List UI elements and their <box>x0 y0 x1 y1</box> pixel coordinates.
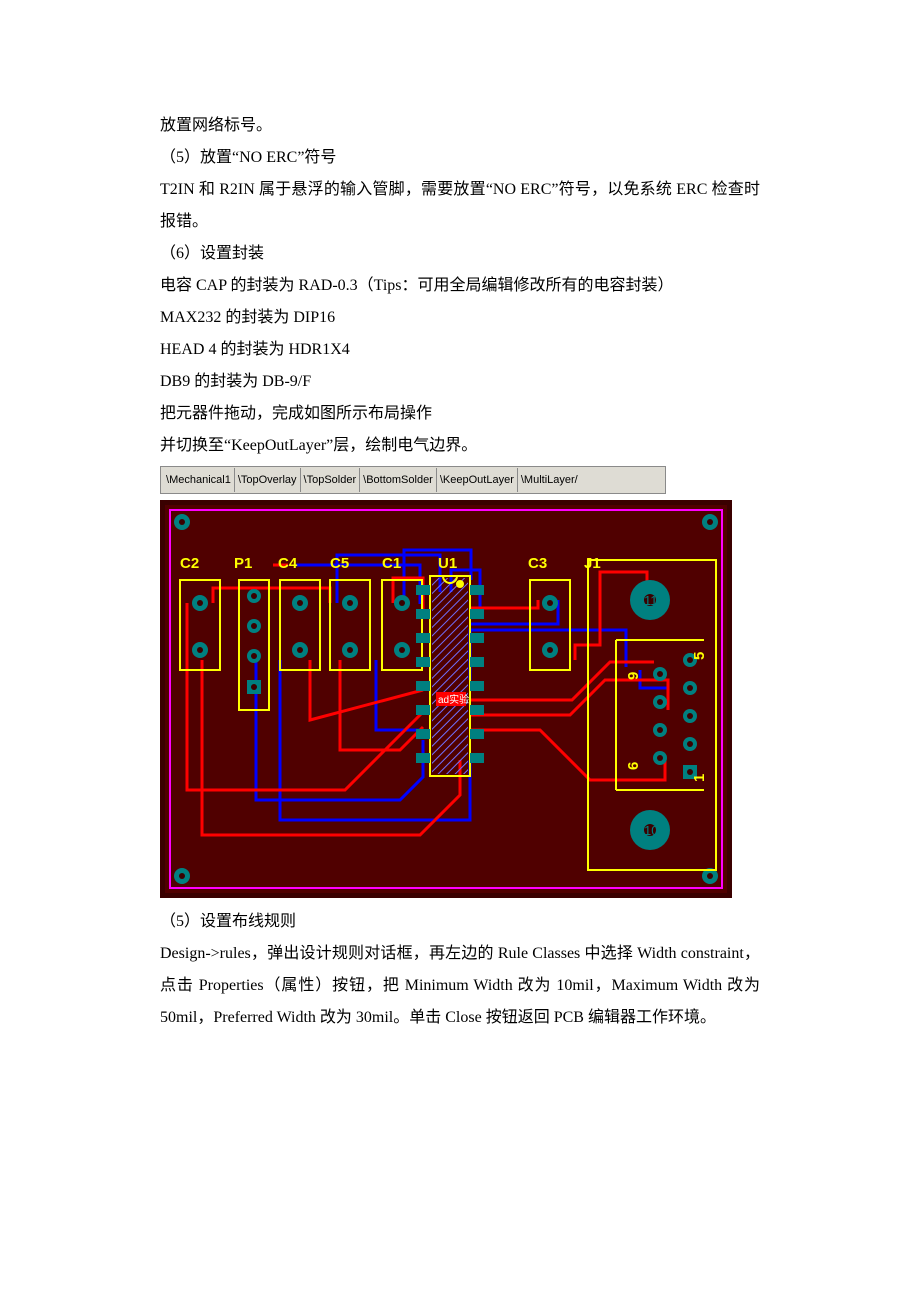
paragraph: T2IN 和 R2IN 属于悬浮的输入管脚，需要放置“NO ERC”符号，以免系… <box>160 174 760 238</box>
paragraph: Design->rules，弹出设计规则对话框，再左边的 Rule Classe… <box>160 938 760 1034</box>
designator-c5: C5 <box>330 555 349 572</box>
document-page: 放置网络标号。 （5）放置“NO ERC”符号 T2IN 和 R2IN 属于悬浮… <box>0 0 920 1302</box>
paragraph: 放置网络标号。 <box>160 110 760 142</box>
svg-text:10: 10 <box>644 823 658 838</box>
layer-tab-mechanical1[interactable]: \Mechanical1 <box>163 468 235 492</box>
designator-c1: C1 <box>382 555 401 572</box>
layer-tab-topoverlay[interactable]: \TopOverlay <box>235 468 301 492</box>
paragraph: 把元器件拖动，完成如图所示布局操作 <box>160 398 760 430</box>
layer-tabs: \Mechanical1 \TopOverlay \TopSolder \Bot… <box>160 466 666 494</box>
svg-text:11: 11 <box>644 593 658 608</box>
svg-text:5: 5 <box>691 652 708 660</box>
paragraph: DB9 的封装为 DB-9/F <box>160 366 760 398</box>
designator-j1: J1 <box>584 555 601 572</box>
designator-c4: C4 <box>278 555 298 572</box>
layer-tab-multilayer[interactable]: \MultiLayer/ <box>518 468 581 492</box>
layer-tab-topsolder[interactable]: \TopSolder <box>301 468 361 492</box>
pcb-layout-image: ad实验 <box>160 500 732 898</box>
designator-c3: C3 <box>528 555 547 572</box>
paragraph: （5）放置“NO ERC”符号 <box>160 142 760 174</box>
svg-text:9: 9 <box>625 672 642 680</box>
paragraph: HEAD 4 的封装为 HDR1X4 <box>160 334 760 366</box>
svg-text:ad实验: ad实验 <box>438 693 469 706</box>
paragraph: 电容 CAP 的封装为 RAD-0.3（Tips：可用全局编辑修改所有的电容封装… <box>160 270 760 302</box>
designator-p1: P1 <box>234 555 252 572</box>
svg-text:1: 1 <box>691 774 708 782</box>
svg-text:6: 6 <box>625 762 642 770</box>
designator-u1: U1 <box>438 555 457 572</box>
layer-tab-bottomsolder[interactable]: \BottomSolder <box>360 468 437 492</box>
layer-tab-keepoutlayer[interactable]: \KeepOutLayer <box>437 468 518 492</box>
paragraph: 并切换至“KeepOutLayer”层，绘制电气边界。 <box>160 430 760 462</box>
designator-c2: C2 <box>180 555 199 572</box>
paragraph: （5）设置布线规则 <box>160 906 760 938</box>
paragraph: MAX232 的封装为 DIP16 <box>160 302 760 334</box>
paragraph: （6）设置封装 <box>160 238 760 270</box>
